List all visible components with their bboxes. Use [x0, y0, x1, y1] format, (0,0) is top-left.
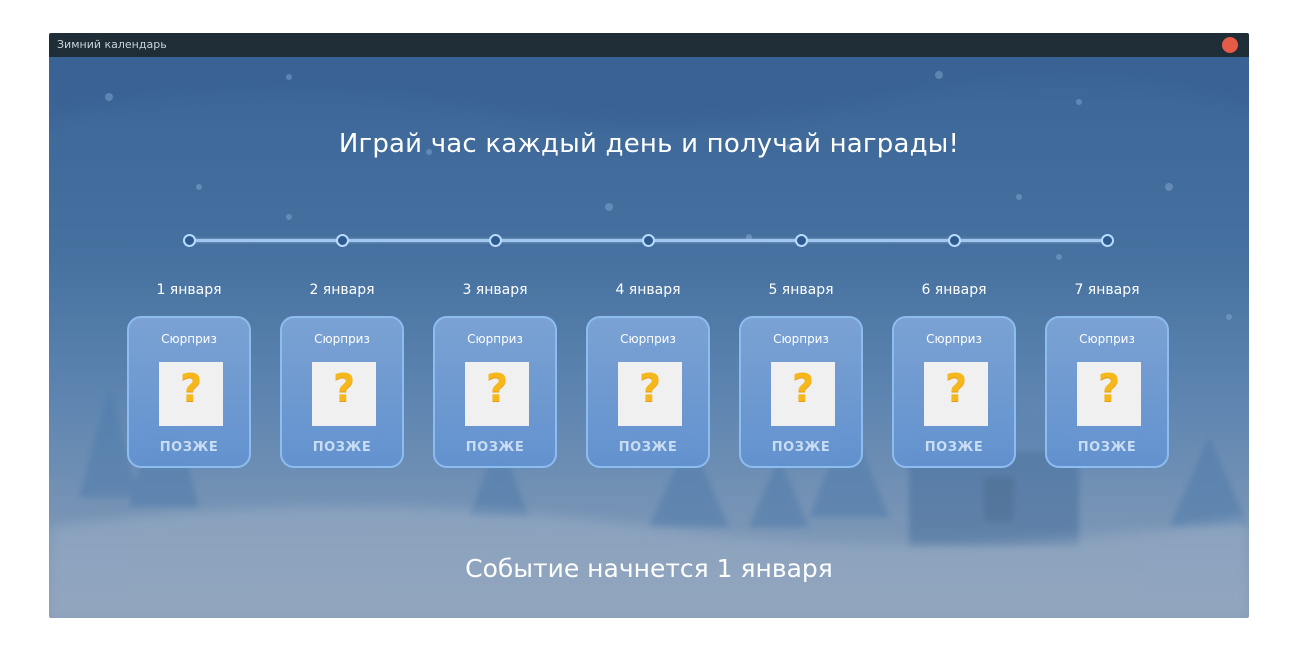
question-mark-icon: ?	[791, 366, 815, 410]
question-mark-icon: ?	[638, 366, 662, 410]
reward-card-title: Сюрприз	[1079, 332, 1135, 346]
reward-card-7[interactable]: Сюрприз ? ПОЗЖЕ	[1045, 316, 1169, 468]
day-label-6: 6 января	[921, 282, 987, 298]
question-mark-icon: ?	[1097, 366, 1121, 410]
day-label-4: 4 января	[615, 282, 681, 298]
reward-card-title: Сюрприз	[926, 332, 982, 346]
reward-status: ПОЗЖЕ	[312, 440, 372, 455]
timeline-node-1	[183, 234, 196, 247]
reward-box: ?	[771, 362, 835, 426]
reward-card-title: Сюрприз	[620, 332, 676, 346]
question-mark-icon: ?	[179, 366, 203, 410]
question-mark-icon: ?	[485, 366, 509, 410]
window-title: Зимний календарь	[57, 38, 167, 51]
timeline-node-6	[948, 234, 961, 247]
reward-card-3[interactable]: Сюрприз ? ПОЗЖЕ	[433, 316, 557, 468]
reward-card-4[interactable]: Сюрприз ? ПОЗЖЕ	[586, 316, 710, 468]
day-label-2: 2 января	[309, 282, 375, 298]
question-mark-icon: ?	[944, 366, 968, 410]
title-bar: Зимний календарь	[49, 33, 1249, 57]
timeline-node-7	[1101, 234, 1114, 247]
reward-card-6[interactable]: Сюрприз ? ПОЗЖЕ	[892, 316, 1016, 468]
reward-card-title: Сюрприз	[161, 332, 217, 346]
reward-status: ПОЗЖЕ	[771, 440, 831, 455]
reward-box: ?	[1077, 362, 1141, 426]
reward-box: ?	[618, 362, 682, 426]
reward-card-2[interactable]: Сюрприз ? ПОЗЖЕ	[280, 316, 404, 468]
reward-status: ПОЗЖЕ	[618, 440, 678, 455]
page-headline: Играй час каждый день и получай награды!	[338, 129, 960, 159]
close-icon[interactable]	[1222, 37, 1238, 53]
timeline-track	[183, 234, 1114, 247]
app-window: Зимний календарь Играй час каждый день и…	[49, 33, 1249, 618]
reward-status: ПОЗЖЕ	[159, 440, 219, 455]
reward-box: ?	[465, 362, 529, 426]
day-label-5: 5 января	[768, 282, 834, 298]
timeline-node-3	[489, 234, 502, 247]
reward-status: ПОЗЖЕ	[1077, 440, 1137, 455]
winter-scene: Играй час каждый день и получай награды!…	[49, 57, 1249, 618]
reward-box: ?	[924, 362, 988, 426]
timeline-node-5	[795, 234, 808, 247]
reward-status: ПОЗЖЕ	[465, 440, 525, 455]
reward-card-title: Сюрприз	[773, 332, 829, 346]
reward-card-1[interactable]: Сюрприз ? ПОЗЖЕ	[127, 316, 251, 468]
reward-box: ?	[312, 362, 376, 426]
reward-card-5[interactable]: Сюрприз ? ПОЗЖЕ	[739, 316, 863, 468]
question-mark-icon: ?	[332, 366, 356, 410]
reward-status: ПОЗЖЕ	[924, 440, 984, 455]
event-start-notice: Событие начнется 1 января	[465, 554, 833, 583]
timeline-node-4	[642, 234, 655, 247]
day-label-1: 1 января	[156, 282, 222, 298]
reward-box: ?	[159, 362, 223, 426]
timeline-node-2	[336, 234, 349, 247]
day-label-3: 3 января	[462, 282, 528, 298]
day-label-7: 7 января	[1074, 282, 1140, 298]
reward-card-title: Сюрприз	[314, 332, 370, 346]
reward-card-title: Сюрприз	[467, 332, 523, 346]
